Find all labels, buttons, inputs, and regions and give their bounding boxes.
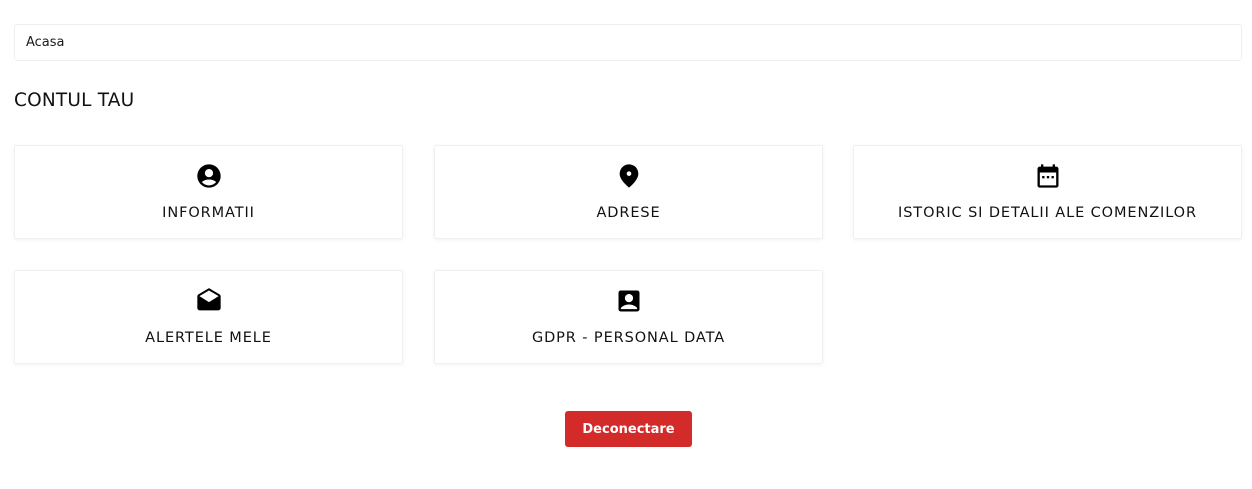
open-envelope-icon (195, 287, 223, 315)
order-history-card[interactable]: ISTORIC SI DETALII ALE COMENZILOR (853, 145, 1242, 239)
gdpr-personal-data-card-label: GDPR - PERSONAL DATA (531, 330, 726, 346)
page-title: CONTUL TAU (14, 90, 135, 111)
addresses-card[interactable]: ADRESE (434, 145, 823, 239)
account-info-card-label: INFORMATII (162, 205, 255, 221)
account-info-card[interactable]: INFORMATII (14, 145, 403, 239)
breadcrumb-home-link[interactable]: Acasa (26, 35, 65, 50)
my-alerts-card[interactable]: ALERTELE MELE (14, 270, 403, 364)
order-history-card-label: ISTORIC SI DETALII ALE COMENZILOR (898, 205, 1197, 221)
my-alerts-card-label: ALERTELE MELE (145, 330, 272, 346)
contact-card-icon (615, 287, 643, 315)
account-circle-icon (195, 162, 223, 190)
logout-button[interactable]: Deconectare (565, 411, 692, 447)
breadcrumb: Acasa (14, 24, 1242, 61)
calendar-icon (1034, 162, 1062, 190)
addresses-card-label: ADRESE (596, 205, 661, 221)
gdpr-personal-data-card[interactable]: GDPR - PERSONAL DATA (434, 270, 823, 364)
location-pin-icon (615, 162, 643, 190)
